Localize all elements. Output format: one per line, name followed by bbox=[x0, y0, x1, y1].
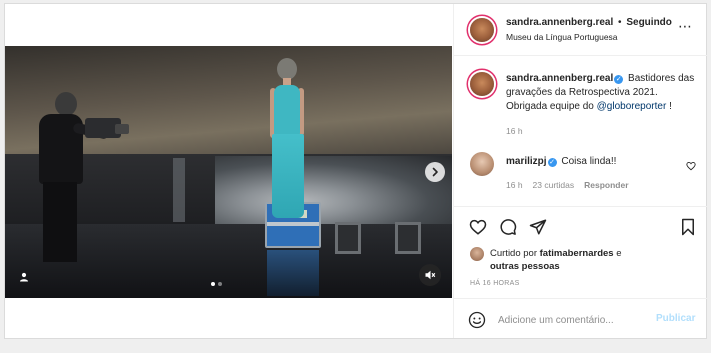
verified-badge-icon: ✓ bbox=[547, 158, 557, 167]
bookmark-icon bbox=[682, 218, 694, 236]
presenter-figure bbox=[263, 58, 313, 218]
post-video[interactable] bbox=[5, 46, 452, 298]
caption-username[interactable]: sandra.annenberg.real bbox=[506, 73, 613, 84]
post-timestamp: HÁ 16 HORAS bbox=[470, 280, 520, 287]
floor-monitor bbox=[395, 222, 421, 254]
post-side-panel: sandra.annenberg.real • Seguindo Museu d… bbox=[453, 4, 707, 338]
username-link[interactable]: sandra.annenberg.real bbox=[506, 17, 613, 28]
heart-icon bbox=[469, 219, 487, 235]
heart-icon bbox=[686, 161, 696, 171]
share-button[interactable] bbox=[528, 217, 548, 237]
comment-likes[interactable]: 23 curtidas bbox=[533, 180, 575, 190]
paper-plane-icon bbox=[529, 219, 547, 235]
caption-time: 16 h bbox=[506, 126, 523, 136]
add-comment-bar: Publicar bbox=[454, 298, 707, 338]
avatar[interactable] bbox=[470, 152, 494, 176]
carousel-next-button[interactable] bbox=[425, 162, 445, 182]
carousel-indicator bbox=[211, 282, 222, 286]
like-button[interactable] bbox=[468, 217, 488, 237]
following-button[interactable]: Seguindo bbox=[626, 17, 672, 28]
comment-username[interactable]: marilizpj bbox=[506, 156, 547, 167]
comment-time: 16 h bbox=[506, 180, 523, 190]
comment-text: Coisa linda!! bbox=[561, 156, 617, 167]
avatar[interactable] bbox=[470, 72, 494, 96]
tagged-users-button[interactable] bbox=[15, 268, 33, 286]
camera-lens bbox=[115, 124, 129, 134]
comment-input[interactable] bbox=[498, 311, 658, 329]
reply-button[interactable]: Responder bbox=[584, 180, 628, 190]
post-header: sandra.annenberg.real • Seguindo Museu d… bbox=[454, 4, 707, 56]
smiley-icon bbox=[468, 311, 486, 329]
floor-monitor bbox=[335, 222, 361, 254]
carousel-dot bbox=[218, 282, 222, 286]
action-bar bbox=[454, 206, 707, 246]
mute-button[interactable] bbox=[419, 264, 441, 286]
case-reflection bbox=[267, 250, 319, 296]
carousel-dot bbox=[211, 282, 215, 286]
emoji-button[interactable] bbox=[468, 311, 486, 329]
verified-badge-icon: ✓ bbox=[614, 75, 624, 84]
likes-prefix: Curtido por bbox=[490, 248, 537, 259]
location-link[interactable]: Museu da Língua Portuguesa bbox=[506, 32, 618, 42]
speaker-muted-icon bbox=[425, 270, 436, 280]
avatar[interactable] bbox=[470, 247, 484, 261]
comment-button[interactable] bbox=[498, 217, 518, 237]
chevron-right-icon bbox=[432, 167, 438, 177]
person-icon bbox=[20, 272, 28, 282]
comment-item: marilizpj ✓ Coisa linda!! 16 h 23 curtida… bbox=[454, 152, 707, 198]
separator-dot: • bbox=[618, 17, 622, 28]
mention-link[interactable]: @globoreporter bbox=[597, 101, 667, 112]
save-button[interactable] bbox=[678, 217, 698, 237]
comment-like-button[interactable] bbox=[686, 158, 696, 176]
likes-summary: Curtido por fatimabernardes e outras pes… bbox=[454, 244, 707, 278]
likes-others-link[interactable]: outras pessoas bbox=[490, 261, 560, 272]
likes-conjunction: e bbox=[616, 248, 622, 259]
avatar[interactable] bbox=[470, 18, 494, 42]
comment-bubble-icon bbox=[500, 219, 517, 235]
more-options-button[interactable]: ⋯ bbox=[678, 18, 693, 35]
light-stand bbox=[173, 158, 185, 222]
post-card: sandra.annenberg.real • Seguindo Museu d… bbox=[4, 3, 707, 339]
liker-username[interactable]: fatimabernardes bbox=[540, 248, 614, 259]
publish-button[interactable]: Publicar bbox=[656, 313, 695, 324]
caption-end: ! bbox=[669, 101, 672, 112]
